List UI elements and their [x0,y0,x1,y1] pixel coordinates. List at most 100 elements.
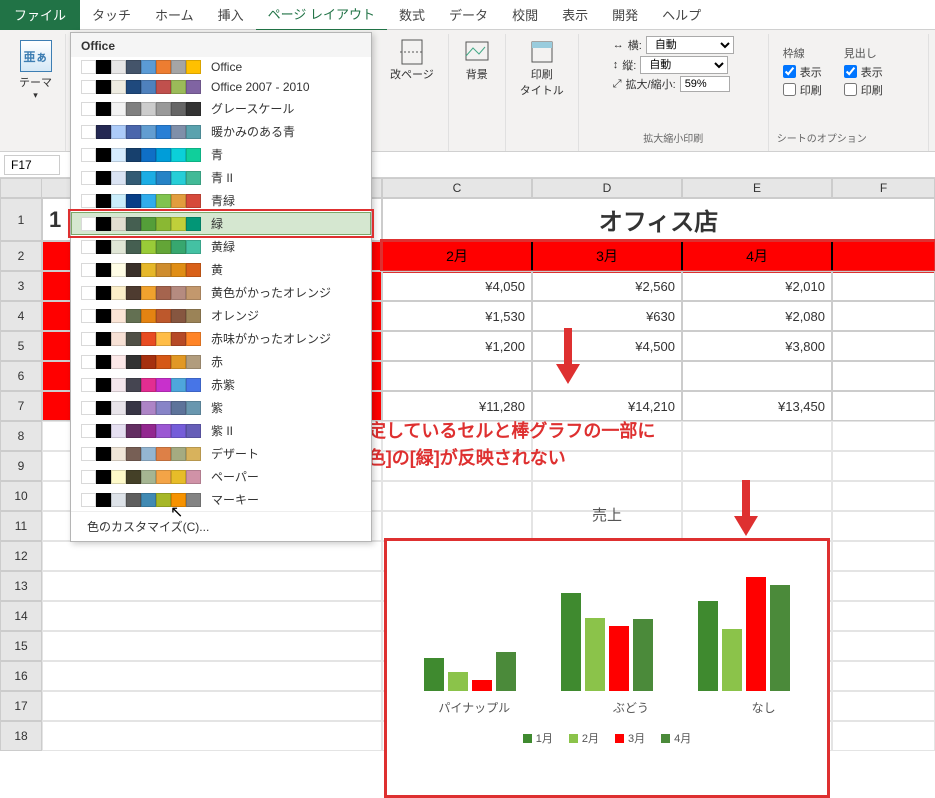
customize-colors[interactable]: 色のカスタマイズ(C)... [71,511,371,541]
cell[interactable] [832,661,935,691]
color-scheme-item[interactable]: 赤味がかったオレンジ [71,327,371,350]
tab-developer[interactable]: 開発 [600,0,650,30]
cell[interactable]: ¥4,500 [532,331,682,361]
row-header[interactable]: 8 [0,421,42,451]
color-scheme-item[interactable]: 赤 [71,350,371,373]
tab-page-layout[interactable]: ページ レイアウト [256,0,387,32]
color-scheme-item[interactable]: ペーパー [71,465,371,488]
tab-formulas[interactable]: 数式 [387,0,437,30]
cell[interactable]: ¥1,200 [382,331,532,361]
row-header[interactable]: 7 [0,391,42,421]
col-header[interactable]: E [682,178,832,198]
scale-input[interactable] [680,76,730,92]
cell[interactable]: ¥1,530 [382,301,532,331]
cell[interactable] [42,601,382,631]
row-header[interactable]: 6 [0,361,42,391]
row-header[interactable]: 12 [0,541,42,571]
cell[interactable]: ¥2,560 [532,271,682,301]
color-scheme-item[interactable]: 青 II [71,166,371,189]
cell[interactable]: ¥2,080 [682,301,832,331]
col-header[interactable]: C [382,178,532,198]
headings-print-check[interactable]: 印刷 [844,82,883,98]
cell[interactable] [832,601,935,631]
print-titles-button[interactable]: 印刷 タイトル [514,36,570,100]
tab-view[interactable]: 表示 [550,0,600,30]
tab-file[interactable]: ファイル [0,0,80,30]
cell[interactable] [532,361,682,391]
color-scheme-item[interactable]: 黄緑 [71,235,371,258]
cell[interactable] [42,631,382,661]
month-header-cell[interactable] [832,241,935,271]
select-all-corner[interactable] [0,178,42,198]
cell[interactable] [832,721,935,751]
themes-button[interactable]: 亜ぁ テーマ ▾ [15,36,56,105]
color-scheme-item[interactable]: 青 [71,143,371,166]
row-header[interactable]: 10 [0,481,42,511]
month-header-cell[interactable]: 2月 [382,241,532,271]
cell[interactable] [832,331,935,361]
col-header[interactable]: F [832,178,935,198]
cell[interactable] [832,571,935,601]
color-scheme-item[interactable]: 紫 [71,396,371,419]
name-box[interactable] [4,155,60,175]
cell[interactable] [42,661,382,691]
cell[interactable] [832,451,935,481]
cell[interactable] [832,301,935,331]
tab-help[interactable]: ヘルプ [650,0,713,30]
color-scheme-item[interactable]: デザート [71,442,371,465]
color-scheme-item[interactable]: グレースケール [71,97,371,120]
color-scheme-item[interactable]: マーキー [71,488,371,511]
title-cell[interactable]: オフィス店 [382,198,935,241]
tab-insert[interactable]: 挿入 [206,0,256,30]
col-header[interactable]: D [532,178,682,198]
row-header[interactable]: 15 [0,631,42,661]
row-header[interactable]: 9 [0,451,42,481]
cell[interactable] [42,721,382,751]
cell[interactable] [832,391,935,421]
color-scheme-item[interactable]: オレンジ [71,304,371,327]
row-header[interactable]: 5 [0,331,42,361]
row-header[interactable]: 13 [0,571,42,601]
color-scheme-item[interactable]: 黄色がかったオレンジ [71,281,371,304]
color-scheme-item[interactable]: 暖かみのある青 [71,120,371,143]
cell[interactable]: ¥13,450 [682,391,832,421]
row-header[interactable]: 16 [0,661,42,691]
color-scheme-item[interactable]: 黄 [71,258,371,281]
width-select[interactable]: 自動 [646,36,734,54]
color-scheme-item[interactable]: 赤紫 [71,373,371,396]
cell[interactable]: ¥2,010 [682,271,832,301]
row-header[interactable]: 17 [0,691,42,721]
gridlines-view-check[interactable]: 表示 [783,64,822,80]
cell[interactable] [832,361,935,391]
color-scheme-item[interactable]: 緑 [71,212,371,235]
cell[interactable] [42,541,382,571]
tab-touch[interactable]: タッチ [80,0,143,30]
cell[interactable] [682,421,832,451]
cell[interactable]: ¥4,050 [382,271,532,301]
row-header[interactable]: 14 [0,601,42,631]
cell[interactable] [42,571,382,601]
cell[interactable]: ¥14,210 [532,391,682,421]
height-select[interactable]: 自動 [640,56,728,74]
cell[interactable] [682,451,832,481]
page-break-button[interactable]: 改ページ [384,36,440,84]
tab-home[interactable]: ホーム [143,0,206,30]
row-header[interactable]: 2 [0,241,42,271]
month-header-cell[interactable]: 3月 [532,241,682,271]
color-scheme-item[interactable]: 紫 II [71,419,371,442]
tab-review[interactable]: 校閲 [500,0,550,30]
cell[interactable] [42,691,382,721]
gridlines-print-check[interactable]: 印刷 [783,82,822,98]
cell[interactable] [832,691,935,721]
tab-data[interactable]: データ [437,0,500,30]
cell[interactable]: ¥3,800 [682,331,832,361]
cell[interactable]: ¥630 [532,301,682,331]
cell[interactable] [382,361,532,391]
row-header[interactable]: 3 [0,271,42,301]
cell[interactable] [832,541,935,571]
chart-container[interactable]: パイナップルぶどうなし 1月2月3月4月 [384,538,830,798]
row-header[interactable]: 4 [0,301,42,331]
row-header[interactable]: 1 [0,198,42,241]
cell[interactable] [832,631,935,661]
color-scheme-item[interactable]: 青緑 [71,189,371,212]
